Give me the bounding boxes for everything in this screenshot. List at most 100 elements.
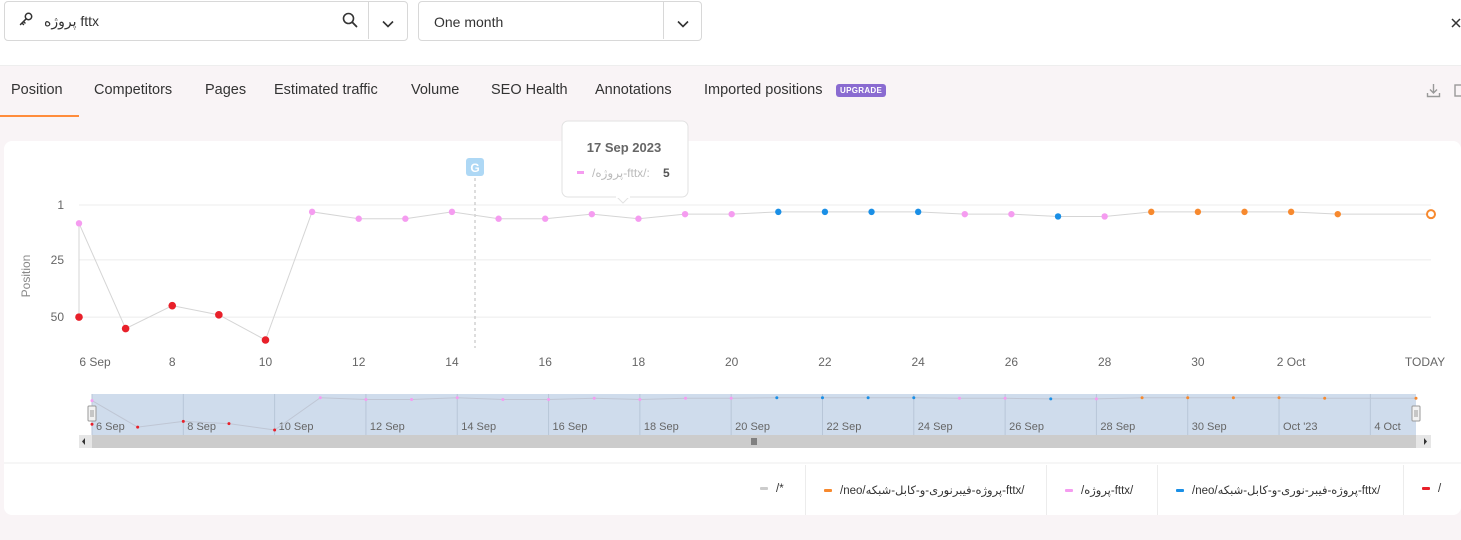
navigator-point <box>592 396 596 400</box>
x-tick-label: 12 <box>352 355 366 369</box>
data-point[interactable] <box>495 215 502 222</box>
navigator-point <box>912 396 916 400</box>
data-point[interactable] <box>775 208 782 216</box>
x-tick-label: 26 <box>1005 355 1019 369</box>
x-tick-label: 16 <box>539 355 553 369</box>
data-point[interactable] <box>914 208 922 216</box>
navigator-point <box>318 396 322 400</box>
navigator-label: 28 Sep <box>1100 421 1135 433</box>
navigator-point <box>866 396 870 400</box>
x-tick-label: 8 <box>169 355 176 369</box>
data-point[interactable] <box>681 210 689 218</box>
x-tick-label: 14 <box>445 355 459 369</box>
data-point[interactable] <box>448 208 456 216</box>
navigator-handle-right[interactable] <box>1411 405 1421 422</box>
data-point[interactable] <box>1148 208 1155 216</box>
data-point[interactable] <box>1426 209 1436 220</box>
y-tick-label: 50 <box>51 310 65 324</box>
data-point[interactable] <box>961 210 968 218</box>
annotation-marker-label: G <box>470 161 479 175</box>
navigator-label: 6 Sep <box>96 421 125 433</box>
divider <box>1157 465 1158 515</box>
data-point[interactable] <box>1008 210 1015 218</box>
annotation-marker[interactable]: G <box>466 158 484 176</box>
data-point[interactable] <box>1101 213 1108 220</box>
data-point[interactable] <box>75 313 83 321</box>
x-tick-label: 18 <box>632 355 646 369</box>
x-tick-label: 10 <box>259 355 273 369</box>
navigator-point <box>501 397 505 401</box>
tooltip-series-swatch <box>577 171 584 174</box>
navigator-point <box>729 396 733 400</box>
navigator-point <box>364 397 368 401</box>
navigator-point <box>1231 396 1235 400</box>
navigator-point <box>181 419 185 423</box>
navigator-point <box>273 428 277 432</box>
navigator-point <box>775 396 779 400</box>
data-point[interactable] <box>355 215 362 222</box>
x-tick-label: 2 Oct <box>1277 355 1306 369</box>
data-point[interactable] <box>868 208 875 216</box>
data-point[interactable] <box>1334 210 1341 218</box>
data-point[interactable] <box>1241 208 1248 216</box>
data-point[interactable] <box>261 336 270 344</box>
navigator-label: 22 Sep <box>826 421 861 433</box>
data-point[interactable] <box>215 311 223 319</box>
x-tick-label: 22 <box>818 355 832 369</box>
navigator-label: 4 Oct <box>1374 421 1400 433</box>
data-point[interactable] <box>121 324 130 333</box>
tooltip-date: 17 Sep 2023 <box>587 140 661 155</box>
navigator-handle-left[interactable] <box>87 405 97 422</box>
navigator-point <box>638 397 642 401</box>
legend-item[interactable]: /neo/پروژه-فیبرنوری-و-کابل-شبکه-fttx/ <box>824 483 1025 497</box>
navigator-point <box>1323 396 1327 400</box>
data-point[interactable] <box>635 215 642 222</box>
divider <box>1046 465 1047 515</box>
data-point[interactable] <box>1054 213 1062 220</box>
data-point[interactable] <box>1287 208 1295 216</box>
data-point[interactable] <box>168 301 177 310</box>
navigator-label: 10 Sep <box>279 421 314 433</box>
y-axis-label: Position <box>19 255 33 298</box>
tooltip-series-label: /پروژه-fttx/: <box>592 166 650 181</box>
navigator-point <box>227 422 231 426</box>
navigator-point <box>455 396 459 400</box>
navigator-point <box>684 396 688 400</box>
legend-item[interactable]: / <box>1422 483 1441 495</box>
x-tick-label: 20 <box>725 355 739 369</box>
data-point[interactable] <box>588 210 596 218</box>
x-tick-label: 30 <box>1191 355 1205 369</box>
legend-item[interactable]: /neo/پروژه-فیبر-نوری-و-کابل-شبکه-fttx/ <box>1176 483 1380 497</box>
data-point[interactable] <box>1194 208 1202 216</box>
legend-item[interactable]: /پروژه-fttx/ <box>1065 483 1133 497</box>
navigator[interactable]: 6 Sep 8 Sep 10 Sep 12 Sep 14 Sep 16 Sep 18 Sep… <box>79 394 1431 448</box>
data-point[interactable] <box>75 220 83 227</box>
data-point[interactable] <box>728 210 735 218</box>
x-tick-label: 24 <box>911 355 925 369</box>
y-tick-label: 1 <box>57 198 64 212</box>
data-point[interactable] <box>821 208 829 216</box>
navigator-point <box>1277 396 1281 400</box>
x-tick-label: 6 Sep <box>79 355 111 369</box>
data-point[interactable] <box>402 215 409 222</box>
navigator-point <box>1094 397 1098 401</box>
divider <box>805 465 806 515</box>
navigator-label: 30 Sep <box>1192 421 1227 433</box>
divider <box>1403 465 1404 515</box>
navigator-label: 20 Sep <box>735 421 770 433</box>
navigator-label: 12 Sep <box>370 421 405 433</box>
legend-item[interactable]: /* <box>760 483 784 495</box>
x-tick-label: TODAY <box>1405 355 1445 369</box>
navigator-label: 26 Sep <box>1009 421 1044 433</box>
navigator-point <box>1003 396 1007 400</box>
data-point[interactable] <box>308 208 316 216</box>
y-tick-label: 25 <box>51 253 65 267</box>
navigator-point <box>90 422 94 426</box>
data-point[interactable] <box>542 215 549 222</box>
navigator-point <box>1186 396 1190 400</box>
navigator-label: 16 Sep <box>553 421 588 433</box>
navigator-point <box>1140 396 1144 400</box>
navigator-point <box>820 396 824 400</box>
position-chart: G 1 25 50 Position 6 Sep 8 10 12 14 16 18 20 22 24 2… <box>4 120 1461 464</box>
navigator-point <box>410 397 414 401</box>
